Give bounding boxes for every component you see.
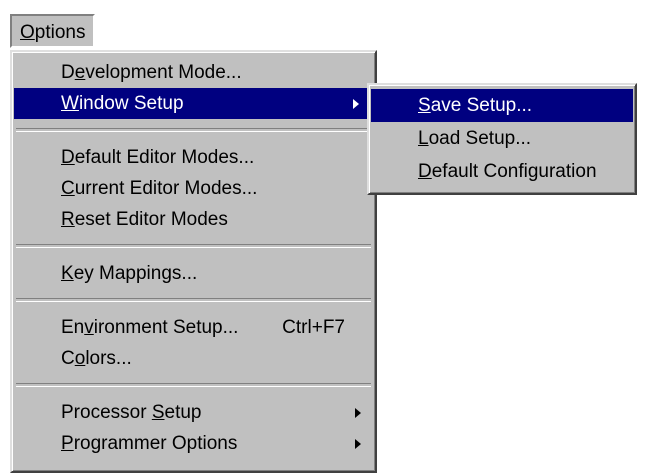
menu-separator (16, 298, 371, 302)
submenu-arrow-icon (355, 438, 361, 449)
submenu-item-load-setup[interactable]: Load Setup... (369, 122, 635, 155)
menu-item-window-setup[interactable]: Window Setup (14, 88, 373, 119)
menu-separator (16, 128, 371, 132)
label-accel: S (418, 95, 431, 116)
menu-item-development-mode[interactable]: Development Mode... (12, 57, 375, 88)
menu-separator (16, 244, 371, 248)
label-post: eset Editor Modes (74, 209, 228, 230)
menu-item-current-editor-modes[interactable]: Current Editor Modes... (12, 173, 375, 204)
menu-item-environment-setup[interactable]: Environment Setup... Ctrl+F7 (12, 312, 375, 343)
submenu-arrow-icon (353, 98, 359, 109)
window-setup-submenu: Save Setup... Load Setup... Default Conf… (367, 83, 637, 195)
label-post: indow Setup (78, 93, 184, 114)
submenu-arrow-icon (355, 407, 361, 418)
menu-options[interactable]: Options (10, 14, 96, 48)
label-pre: C (61, 348, 75, 369)
menu-item-colors[interactable]: Colors... (12, 343, 375, 374)
label-accel: D (418, 161, 432, 182)
label-accel: o (74, 348, 86, 369)
submenu-item-default-configuration[interactable]: Default Configuration (369, 155, 635, 188)
label-post: efault Configuration (431, 161, 597, 182)
label-pre: D (61, 62, 75, 83)
label-pre: Processor (61, 402, 152, 423)
label-accel: K (61, 263, 74, 284)
screen: Options Development Mode... Window Setup… (0, 0, 650, 473)
menu-item-key-mappings[interactable]: Key Mappings... (12, 258, 375, 289)
label-accel: P (61, 433, 74, 454)
label-post: ironment Setup... (93, 317, 239, 338)
label-accel: R (61, 209, 75, 230)
menu-options-post: ptions (34, 22, 86, 43)
label-post: etup (164, 402, 202, 423)
label-post: ey Mappings... (73, 263, 198, 284)
label-pre: En (61, 317, 85, 338)
label-accel: e (74, 62, 86, 83)
menu-options-accel: O (20, 22, 35, 43)
options-dropdown-menu: Development Mode... Window Setup Default… (10, 50, 377, 473)
submenu-item-save-setup[interactable]: Save Setup... (371, 89, 633, 122)
label-post: rogrammer Options (73, 433, 238, 454)
menu-item-reset-editor-modes[interactable]: Reset Editor Modes (12, 204, 375, 235)
label-accel: L (418, 128, 429, 149)
label-post: lors... (85, 348, 132, 369)
menu-item-default-editor-modes[interactable]: Default Editor Modes... (12, 142, 375, 173)
label-accel: C (61, 178, 75, 199)
label-accel: S (151, 402, 165, 423)
shortcut-label: Ctrl+F7 (282, 317, 345, 338)
label-accel: v (84, 317, 94, 338)
label-post: ave Setup... (430, 95, 533, 116)
label-post: efault Editor Modes... (74, 147, 255, 168)
menu-item-programmer-options[interactable]: Programmer Options (12, 428, 375, 459)
menu-item-processor-setup[interactable]: Processor Setup (12, 397, 375, 428)
menu-separator (16, 383, 371, 387)
label-accel: W (61, 93, 79, 114)
label-accel: D (61, 147, 75, 168)
label-post: velopment Mode... (85, 62, 242, 83)
label-post: oad Setup... (428, 128, 532, 149)
label-post: urrent Editor Modes... (74, 178, 258, 199)
